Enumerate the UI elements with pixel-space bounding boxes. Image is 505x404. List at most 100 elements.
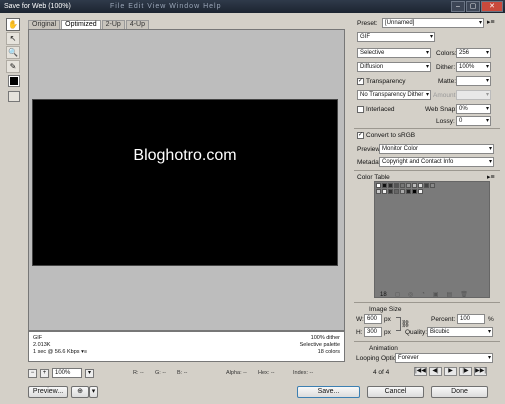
format-dropdown[interactable]: GIF [357,32,435,42]
add-color-icon[interactable]: ▣ [433,291,439,298]
color-table-menu-icon[interactable]: ▸≡ [487,173,495,181]
colors-field[interactable]: 256 [456,48,491,58]
color-table-title: Color Table [357,174,390,181]
preview-color-dropdown[interactable]: Monitor Color [379,144,494,154]
zoom-level-field[interactable]: 100% [52,368,82,378]
play-button[interactable]: ▶ [444,367,457,376]
zoom-out-button[interactable]: − [28,368,37,378]
title-bar: Save for Web (100%) File Edit View Windo… [0,0,505,13]
height-unit: px [384,329,391,336]
animation-title: Animation [369,345,398,352]
tab-4-up[interactable]: 4-Up [125,20,150,29]
save-button[interactable]: Save... [297,386,360,398]
dither-field[interactable]: 100% [456,62,491,72]
amount-label: Amount: [433,92,458,99]
zoom-tool-icon[interactable]: 🔍 [6,46,20,59]
color-swatch[interactable] [418,189,423,194]
zoom-in-button[interactable]: + [40,368,49,378]
convert-srgb-label: Convert to sRGB [366,132,416,139]
color-table-tools: ◻ ◎ ◔ ▣ ▤ 🗑 [395,291,468,298]
web-snap-field[interactable]: 0% [456,104,491,114]
eyedropper-color-swatch[interactable] [8,75,20,87]
lock-color-icon[interactable]: ◔ [421,291,425,298]
color-swatch[interactable] [424,183,429,188]
color-reduction-dropdown[interactable]: Selective [357,48,431,58]
color-swatch[interactable] [394,183,399,188]
width-field[interactable]: 600 [364,314,382,324]
color-swatch[interactable] [382,183,387,188]
preset-label: Preset: [357,20,378,27]
new-color-icon[interactable]: ▤ [447,291,453,298]
divider [354,128,500,129]
convert-srgb-checkbox[interactable]: ✓ [357,132,364,139]
first-frame-button[interactable]: |◀◀ [414,367,427,376]
readout-g: G: -- [155,370,166,376]
previous-frame-button[interactable]: ◀| [429,367,442,376]
height-field[interactable]: 300 [364,327,382,337]
looping-dropdown[interactable]: Forever [395,353,493,363]
zoom-dropdown-icon[interactable]: ▾ [85,368,94,378]
browser-menu-icon[interactable]: ▾ [89,386,98,398]
color-swatch[interactable] [412,183,417,188]
lossy-field[interactable]: 0 [456,116,491,126]
color-swatch[interactable] [394,189,399,194]
cancel-button[interactable]: Cancel [367,386,424,398]
preset-dropdown[interactable]: [Unnamed] [382,18,484,28]
image-text: Bloghotro.com [133,147,237,164]
close-button[interactable]: ✕ [481,1,503,12]
tab-original[interactable]: Original [28,20,61,29]
preview-button[interactable]: Preview... [28,386,68,398]
done-button[interactable]: Done [431,386,488,398]
info-format: GIF [33,335,43,341]
percent-field[interactable]: 100 [457,314,485,324]
transparency-label: Transparency [366,78,406,85]
color-swatch[interactable] [382,189,387,194]
metadata-dropdown[interactable]: Copyright and Contact Info [379,157,494,167]
quality-dropdown[interactable]: Bicubic [427,327,493,337]
interlaced-checkbox[interactable] [357,106,364,113]
color-table-grid[interactable] [374,181,490,298]
tab-2-up[interactable]: 2-Up [101,20,125,29]
color-swatch[interactable] [388,189,393,194]
color-swatch[interactable] [400,189,405,194]
maximize-button[interactable]: ▢ [466,1,480,12]
color-swatch[interactable] [376,183,381,188]
color-swatch[interactable] [418,183,423,188]
transparency-checkbox[interactable]: ✓ [357,78,364,85]
minimize-button[interactable]: – [451,1,465,12]
dither-algorithm-dropdown[interactable]: Diffusion [357,62,431,72]
lossy-label: Lossy: [436,118,455,125]
last-frame-button[interactable]: ▶▶| [474,367,487,376]
next-frame-button[interactable]: |▶ [459,367,472,376]
transparency-dither-dropdown[interactable]: No Transparency Dither [357,90,431,100]
color-swatch[interactable] [388,183,393,188]
panel-menu-icon[interactable]: ▸≡ [487,18,495,26]
color-swatch[interactable] [406,189,411,194]
map-to-transparent-icon[interactable]: ◻ [395,291,400,298]
window-menu-ghost: File Edit View Window Help [110,3,222,10]
readout-r: R: -- [133,370,144,376]
color-swatch[interactable] [406,183,411,188]
chain-link-icon[interactable]: ⛓ [401,320,410,328]
window-controls: – ▢ ✕ [451,1,503,12]
matte-dropdown[interactable] [456,76,491,86]
web-shift-icon[interactable]: ◎ [408,291,413,298]
delete-color-icon[interactable]: 🗑 [460,291,468,298]
eyedropper-tool-icon[interactable]: ✎ [6,60,20,73]
preview-image[interactable]: Bloghotro.com [32,99,338,266]
readout-alpha: Alpha: -- [226,370,247,376]
color-swatch[interactable] [400,183,405,188]
slice-select-tool-icon[interactable]: ↖ [6,32,20,45]
color-swatch[interactable] [412,189,417,194]
tab-optimized[interactable]: Optimized [61,20,101,29]
amount-field[interactable] [456,90,491,100]
hand-tool-icon[interactable]: ✋ [6,18,20,31]
width-label: W: [356,316,364,323]
color-swatch[interactable] [376,189,381,194]
toggle-slices-icon[interactable] [8,91,20,102]
color-swatch[interactable] [430,183,435,188]
browser-preview-icon[interactable]: ⊕ [71,386,89,398]
download-speed-menu-icon[interactable]: ▾≡ [81,349,87,355]
percent-unit: % [488,316,494,323]
info-dither: 100% dither [310,335,340,341]
